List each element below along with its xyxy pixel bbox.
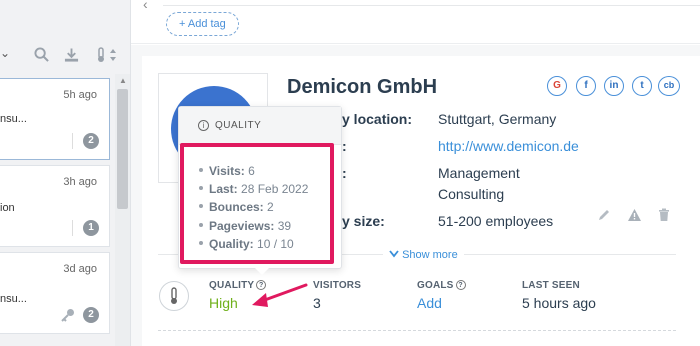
visitor-list-panel: ⌄ 5h ago nsu... 2 3h ago ion 1 3d ago ns… xyxy=(0,0,131,346)
website-label: : xyxy=(342,138,347,154)
chevron-down-icon[interactable]: ⌄ xyxy=(0,46,10,60)
google-icon[interactable]: G xyxy=(547,76,567,96)
quality-sort-icon[interactable] xyxy=(96,47,116,63)
company-name: Demicon GmbH xyxy=(287,76,438,98)
tag-bar: ‹ + Add tag xyxy=(131,0,700,44)
scrollbar[interactable]: ▲ xyxy=(115,74,130,346)
twitter-icon[interactable]: t xyxy=(632,76,652,96)
help-icon[interactable]: ? xyxy=(256,280,267,290)
warning-icon[interactable] xyxy=(627,208,642,225)
company-size-label: y size: xyxy=(342,213,385,229)
list-item-time: 3h ago xyxy=(63,176,97,188)
facebook-icon[interactable]: f xyxy=(576,76,596,96)
download-icon[interactable] xyxy=(64,47,80,63)
industry-label: : xyxy=(342,165,347,181)
count-badge: 2 xyxy=(83,133,99,149)
list-item: Last: 28 Feb 2022 xyxy=(199,180,308,198)
thermometer-icon xyxy=(159,281,189,311)
key-icon xyxy=(61,308,75,325)
count-badge: 2 xyxy=(83,307,99,323)
add-tag-button[interactable]: + Add tag xyxy=(166,12,239,36)
divider xyxy=(72,220,73,236)
info-icon: i xyxy=(198,120,209,131)
quality-stat-value[interactable]: High xyxy=(209,295,238,311)
list-toolbar: ⌄ xyxy=(0,40,131,70)
crunchbase-icon[interactable]: cb xyxy=(658,76,680,96)
quality-details-list: Visits: 6 Last: 28 Feb 2022 Bounces: 2 P… xyxy=(199,162,308,253)
list-item-snippet: nsu... xyxy=(0,113,27,125)
tooltip-arrow xyxy=(255,268,269,275)
list-item-snippet: ion xyxy=(0,202,15,214)
show-more-label: Show more xyxy=(402,249,458,261)
last-seen-stat-value: 5 hours ago xyxy=(522,295,596,311)
list-item-time: 3d ago xyxy=(63,263,97,275)
quality-stat-label: QUALITY? xyxy=(209,280,267,291)
list-item[interactable]: 3h ago ion 1 xyxy=(0,165,110,247)
location-value: Stuttgart, Germany xyxy=(438,111,557,127)
trash-icon[interactable] xyxy=(658,208,670,225)
quality-tooltip-title: QUALITY xyxy=(215,120,262,131)
divider xyxy=(163,5,700,6)
list-item: Bounces: 2 xyxy=(199,198,308,216)
divider xyxy=(158,330,676,331)
show-more-button[interactable]: Show more xyxy=(383,249,464,261)
visitors-stat-label: VISITORS xyxy=(313,280,362,291)
goals-stat-label: GOALS? xyxy=(417,280,466,291)
quality-tooltip-header: i QUALITY xyxy=(179,107,341,145)
list-item: Visits: 6 xyxy=(199,162,308,180)
company-size-value: 51-200 employees xyxy=(438,213,554,229)
industry-value-line1: Management xyxy=(438,165,520,181)
list-item-time: 5h ago xyxy=(63,89,97,101)
location-label: y location: xyxy=(342,111,413,127)
industry-value-line2: Consulting xyxy=(438,186,505,202)
scroll-up-icon[interactable]: ▲ xyxy=(119,76,127,85)
divider xyxy=(72,133,73,149)
visitors-stat-value: 3 xyxy=(313,295,321,311)
list-item: Pageviews: 39 xyxy=(199,217,308,235)
list-item[interactable]: 3d ago nsu... 2 xyxy=(0,252,110,334)
search-icon[interactable] xyxy=(34,47,50,63)
help-icon[interactable]: ? xyxy=(455,280,466,290)
linkedin-icon[interactable]: in xyxy=(604,76,624,96)
count-badge: 1 xyxy=(83,220,99,236)
chevron-down-icon xyxy=(389,250,399,258)
chevron-left-icon[interactable]: ‹ xyxy=(143,0,148,12)
list-item[interactable]: 5h ago nsu... 2 xyxy=(0,78,110,160)
list-item-snippet: nsu... xyxy=(0,293,27,305)
last-seen-stat-label: LAST SEEN xyxy=(522,280,580,291)
website-link[interactable]: http://www.demicon.de xyxy=(438,138,579,154)
add-goal-link[interactable]: Add xyxy=(417,295,442,311)
list-item: Quality: 10 / 10 xyxy=(199,235,308,253)
scrollbar-thumb[interactable] xyxy=(117,89,128,209)
edit-icon[interactable] xyxy=(597,208,611,225)
